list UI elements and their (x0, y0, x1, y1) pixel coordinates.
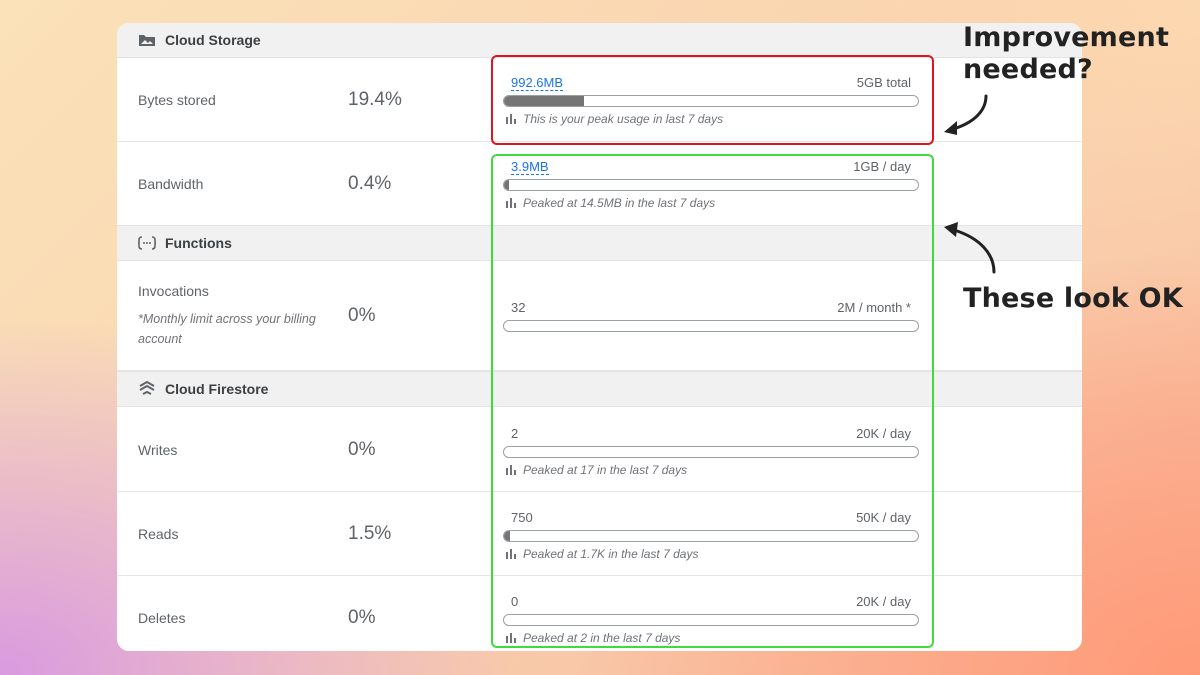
section-title: Cloud Firestore (165, 381, 269, 397)
arrow-icon (944, 94, 988, 135)
firestore-icon (137, 381, 157, 397)
highlight-box-ok (491, 154, 934, 648)
highlight-box-improvement (491, 55, 934, 145)
row-label: Bytes stored (138, 92, 216, 108)
annotation-improvement-needed: Improvement needed? (963, 22, 1170, 85)
row-label: Deletes (138, 610, 186, 626)
usage-percent: 0% (348, 439, 376, 460)
section-header-cloud-storage: Cloud Storage (117, 23, 1082, 58)
section-title: Cloud Storage (165, 31, 261, 48)
row-label: Writes (138, 442, 178, 458)
usage-percent: 0% (348, 305, 376, 326)
row-label: Invocations (138, 283, 209, 299)
functions-icon (137, 235, 157, 251)
row-note: *Monthly limit across your billing accou… (138, 312, 316, 346)
row-label: Reads (138, 526, 179, 542)
usage-percent: 1.5% (348, 523, 392, 544)
usage-percent: 19.4% (348, 89, 402, 110)
annotation-these-look-ok: These look OK (963, 283, 1183, 314)
usage-percent: 0.4% (348, 173, 392, 194)
folder-image-icon (137, 32, 157, 48)
usage-percent: 0% (348, 607, 376, 628)
arrow-icon (944, 222, 996, 274)
section-title: Functions (165, 235, 232, 251)
row-label: Bandwidth (138, 176, 204, 192)
